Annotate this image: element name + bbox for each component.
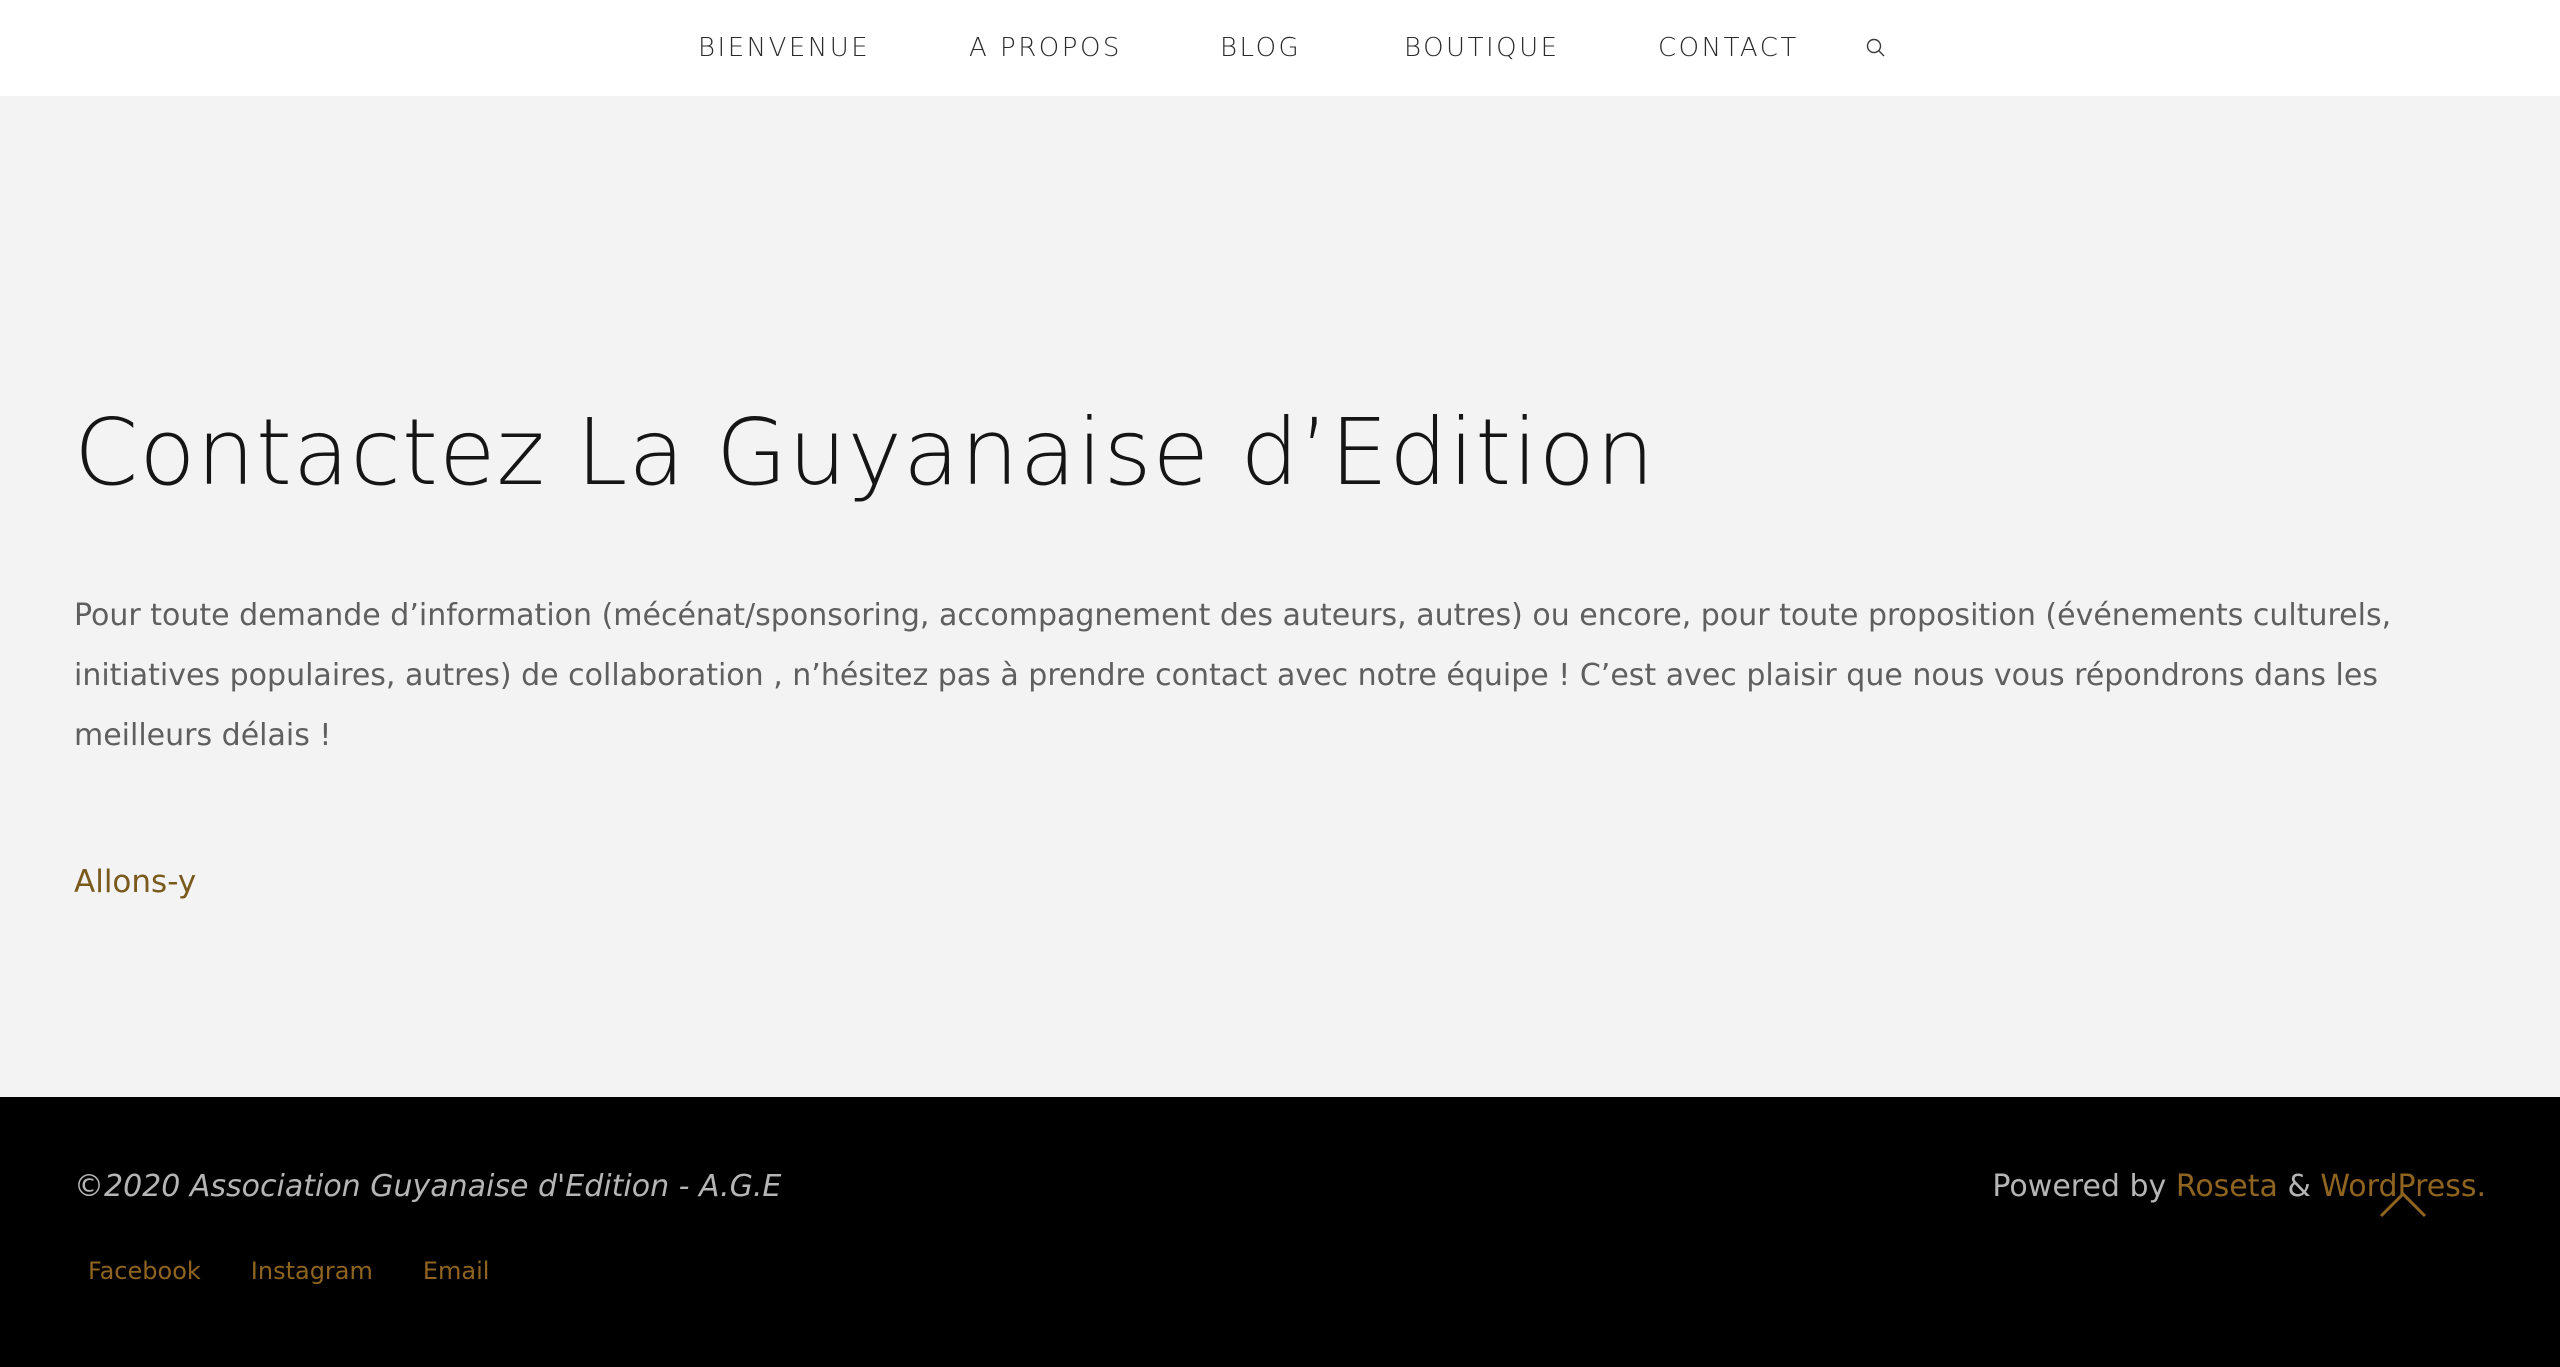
nav-item-blog[interactable]: BLOG	[1220, 33, 1301, 63]
allons-y-link[interactable]: Allons-y	[74, 864, 196, 900]
copyright-text: ©2020 Association Guyanaise d'Edition - …	[74, 1169, 782, 1204]
chevron-up-icon[interactable]	[2378, 1186, 2428, 1222]
roseta-link[interactable]: Roseta	[2176, 1169, 2278, 1204]
powered-by-separator: &	[2277, 1169, 2321, 1204]
page: BIENVENUE A PROPOS BLOG BOUTIQUE CONTACT…	[0, 0, 2560, 1367]
powered-by-prefix: Powered by	[1992, 1169, 2176, 1204]
site-footer: ©2020 Association Guyanaise d'Edition - …	[0, 1097, 2560, 1367]
main-navigation: BIENVENUE A PROPOS BLOG BOUTIQUE CONTACT	[0, 0, 2560, 96]
main-content: Contactez La Guyanaise d’Edition Pour to…	[0, 96, 2560, 1097]
intro-paragraph: Pour toute demande d’information (mécéna…	[74, 598, 2392, 753]
email-link[interactable]: Email	[423, 1257, 490, 1285]
search-icon[interactable]	[1864, 36, 1888, 60]
site-header: BIENVENUE A PROPOS BLOG BOUTIQUE CONTACT	[0, 0, 2560, 96]
instagram-link[interactable]: Instagram	[251, 1257, 373, 1285]
nav-item-a-propos[interactable]: A PROPOS	[969, 33, 1122, 63]
nav-item-bienvenue[interactable]: BIENVENUE	[698, 33, 870, 63]
page-title: Contactez La Guyanaise d’Edition	[74, 399, 1656, 506]
nav-item-contact[interactable]: CONTACT	[1658, 33, 1799, 63]
nav-item-boutique[interactable]: BOUTIQUE	[1404, 33, 1560, 63]
social-links: Facebook Instagram Email	[88, 1257, 489, 1285]
facebook-link[interactable]: Facebook	[88, 1257, 201, 1285]
